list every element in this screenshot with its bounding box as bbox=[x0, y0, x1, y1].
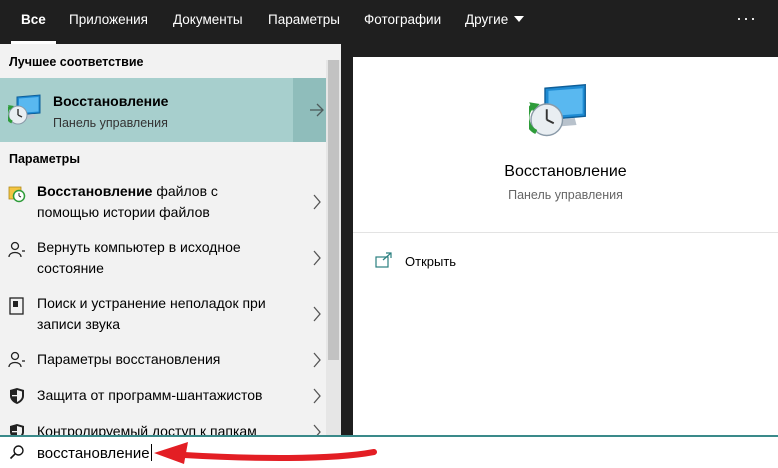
reset-pc-line2: состояние bbox=[37, 260, 104, 276]
preview-header: Восстановление Панель управления bbox=[353, 57, 778, 233]
chevron-right-icon bbox=[313, 194, 321, 210]
chevron-right-icon bbox=[313, 424, 321, 435]
annotation-arrow-icon bbox=[154, 442, 377, 464]
best-match-result: Восстановление Панель управления bbox=[0, 78, 341, 142]
preview-subtitle: Панель управления bbox=[508, 188, 623, 202]
list-item-ransomware-protection[interactable]: Защита от программ-шантажистов bbox=[0, 384, 326, 408]
results-scrollbar[interactable] bbox=[326, 60, 341, 435]
best-match-subtitle: Панель управления bbox=[53, 116, 168, 130]
open-external-icon bbox=[375, 252, 392, 268]
list-item-controlled-folder-access[interactable]: Контролируемый доступ к папкам bbox=[0, 420, 326, 435]
scrollbar-thumb[interactable] bbox=[328, 60, 339, 360]
chevron-right-icon bbox=[313, 388, 321, 404]
troubleshoot-line1: Поиск и устранение неполадок при bbox=[37, 295, 266, 311]
shield-icon bbox=[10, 388, 24, 404]
tab-documents[interactable]: Документы bbox=[173, 0, 243, 44]
shield-icon bbox=[10, 424, 24, 435]
best-match-heading: Лучшее соответствие bbox=[9, 55, 144, 69]
recovery-computer-icon bbox=[8, 94, 41, 125]
arrow-right-icon bbox=[310, 103, 324, 117]
ransomware-label: Защита от программ-шантажистов bbox=[37, 387, 263, 403]
more-options-button[interactable]: ··· bbox=[736, 0, 757, 40]
controlled-folder-label: Контролируемый доступ к папкам bbox=[37, 423, 257, 435]
open-label: Открыть bbox=[405, 254, 457, 269]
file-history-line2: помощью истории файлов bbox=[37, 204, 210, 220]
tab-photos[interactable]: Фотографии bbox=[364, 0, 441, 44]
recovery-settings-label: Параметры восстановления bbox=[37, 351, 221, 367]
troubleshoot-icon bbox=[9, 297, 24, 315]
search-value: восстановление bbox=[37, 445, 150, 462]
preview-title: Восстановление bbox=[504, 163, 627, 180]
best-match-open[interactable]: Восстановление Панель управления bbox=[0, 78, 292, 142]
search-icon bbox=[9, 445, 24, 460]
recovery-computer-icon bbox=[529, 83, 586, 137]
tab-settings[interactable]: Параметры bbox=[268, 0, 340, 44]
chevron-right-icon bbox=[313, 250, 321, 266]
reset-pc-icon bbox=[8, 241, 25, 258]
tab-all[interactable]: Все bbox=[11, 0, 56, 44]
file-history-icon bbox=[8, 186, 26, 203]
preview-panel: Восстановление Панель управления Открыть bbox=[353, 57, 778, 435]
tab-more-label: Другие bbox=[465, 12, 509, 27]
reset-pc-line1: Вернуть компьютер в исходное bbox=[37, 239, 241, 255]
troubleshoot-line2: записи звука bbox=[37, 316, 121, 332]
chevron-right-icon bbox=[313, 352, 321, 368]
tab-more-categories[interactable]: Другие bbox=[465, 0, 525, 44]
list-item-recovery-settings[interactable]: Параметры восстановления bbox=[0, 348, 326, 372]
search-input[interactable]: восстановление bbox=[37, 444, 152, 462]
results-panel: Лучшее соответствие Восстановление Панел… bbox=[0, 44, 341, 435]
chevron-right-icon bbox=[313, 306, 321, 322]
file-history-bold: Восстановление bbox=[37, 183, 153, 199]
list-item-reset-pc[interactable]: Вернуть компьютер в исходное состояние bbox=[0, 236, 326, 280]
best-match-title: Восстановление bbox=[53, 93, 169, 109]
list-item-file-history[interactable]: Восстановление файлов с помощью истории ф… bbox=[0, 180, 326, 224]
recovery-settings-icon bbox=[8, 351, 25, 368]
search-tabs-bar: Все Приложения Документы Параметры Фотог… bbox=[0, 0, 778, 44]
search-bar[interactable]: восстановление bbox=[0, 435, 778, 468]
settings-heading: Параметры bbox=[9, 152, 80, 166]
file-history-rest: файлов с bbox=[152, 183, 218, 199]
chevron-down-icon bbox=[514, 16, 525, 22]
tab-apps[interactable]: Приложения bbox=[69, 0, 148, 44]
list-item-troubleshoot-audio[interactable]: Поиск и устранение неполадок при записи з… bbox=[0, 292, 326, 336]
